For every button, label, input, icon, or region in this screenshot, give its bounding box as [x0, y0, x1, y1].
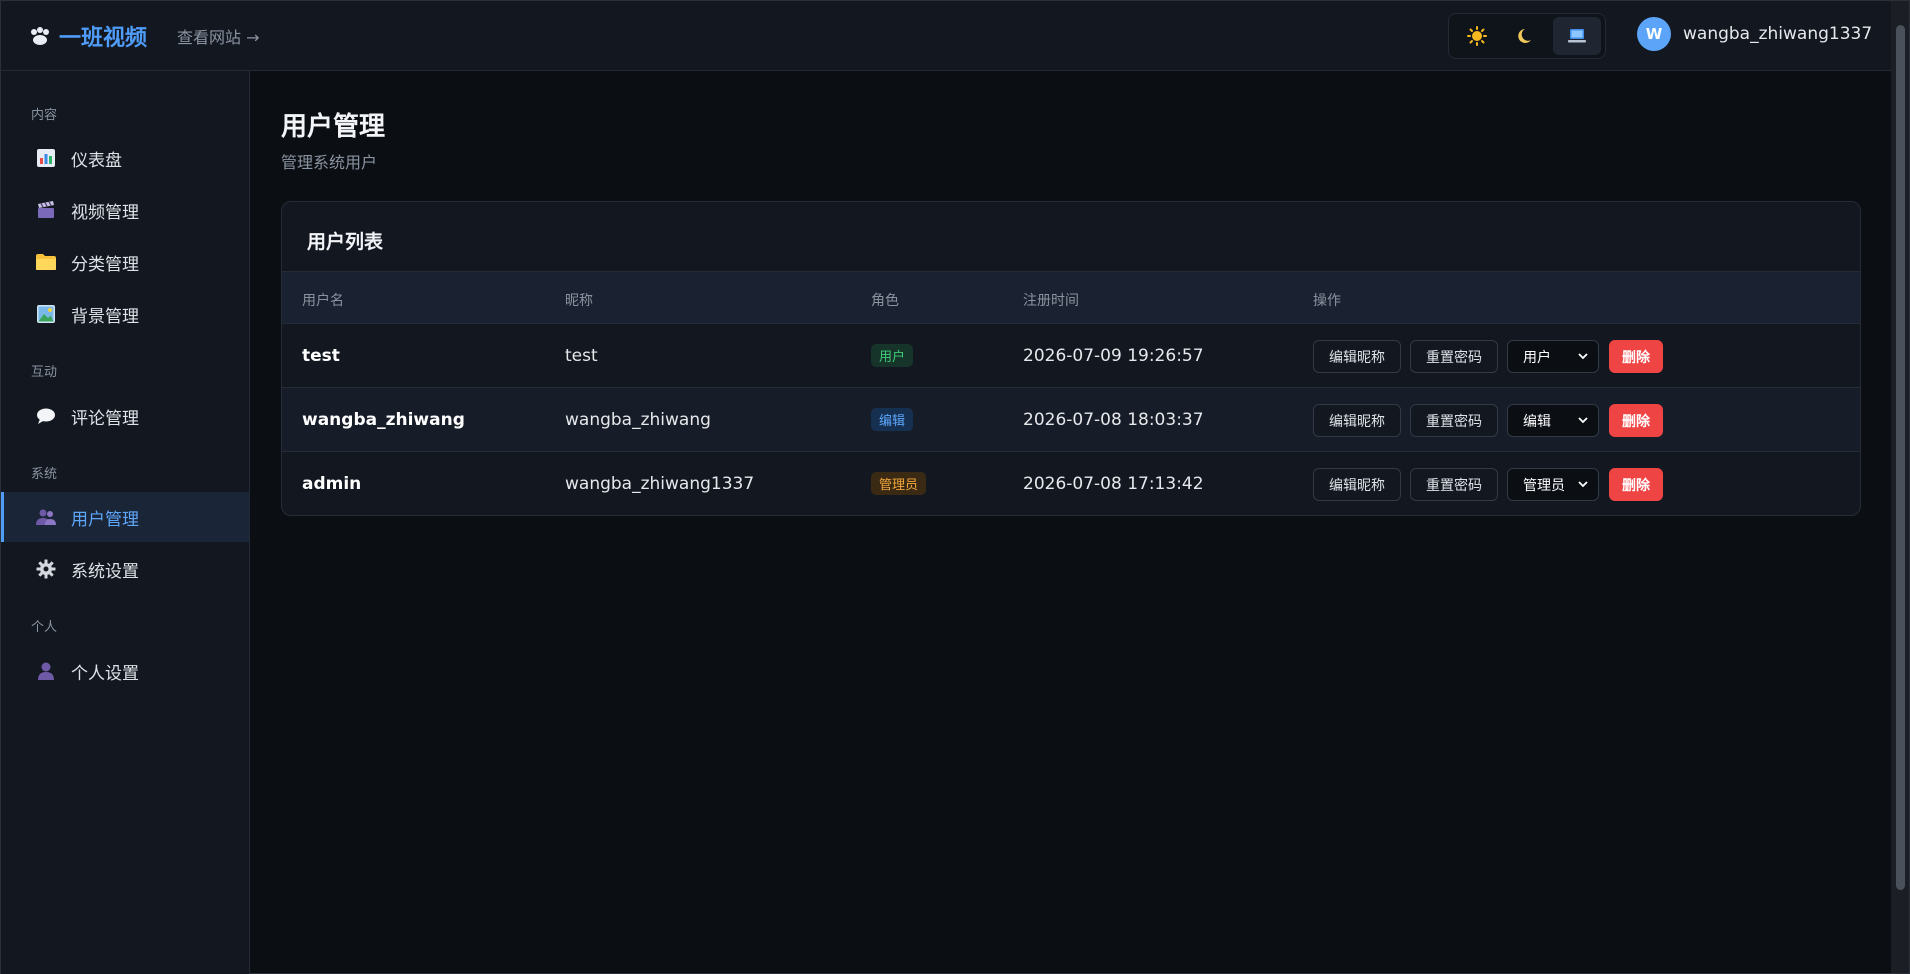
reset-password-button[interactable]: 重置密码	[1410, 340, 1498, 373]
cell-nickname: wangba_zhiwang	[565, 410, 711, 430]
user-table: 用户名 昵称 角色 注册时间 操作 test test 用户 2026-07-0…	[282, 271, 1860, 515]
sidebar: 内容 仪表盘 视频管理 分类管理 背景管理 互动 评论管理 系统 用户管理 系统…	[1, 71, 250, 974]
sidebar-section-content: 内容	[31, 108, 58, 123]
role-select-value: 编辑	[1523, 413, 1551, 430]
current-user-name: wangba_zhiwang1337	[1683, 24, 1873, 44]
laptop-icon	[1568, 29, 1586, 43]
role-select[interactable]: 用户	[1507, 340, 1599, 373]
sidebar-item-label: 用户管理	[71, 509, 139, 530]
chevron-down-icon	[1578, 417, 1588, 424]
sidebar-item-settings[interactable]: 系统设置	[1, 544, 249, 594]
chevron-down-icon	[1578, 353, 1588, 360]
cell-nickname: test	[565, 346, 598, 366]
sidebar-section-personal: 个人	[31, 620, 58, 635]
sidebar-item-categories[interactable]: 分类管理	[1, 237, 249, 287]
sidebar-item-label: 系统设置	[71, 561, 139, 582]
sidebar-item-label: 背景管理	[71, 306, 139, 327]
sidebar-item-profile[interactable]: 个人设置	[1, 646, 249, 696]
users-icon	[35, 506, 57, 528]
cell-nickname: wangba_zhiwang1337	[565, 474, 755, 494]
user-menu[interactable]: W wangba_zhiwang1337	[1637, 17, 1872, 51]
column-header-actions: 操作	[1313, 293, 1341, 309]
reset-password-button[interactable]: 重置密码	[1410, 404, 1498, 437]
edit-nickname-button[interactable]: 编辑昵称	[1313, 340, 1401, 373]
role-badge: 编辑	[871, 408, 914, 431]
sidebar-item-dashboard[interactable]: 仪表盘	[1, 133, 249, 183]
column-header-nickname: 昵称	[565, 293, 593, 309]
theme-dark-button[interactable]	[1503, 17, 1551, 55]
role-badge: 管理员	[871, 472, 927, 495]
page-title: 用户管理	[281, 112, 386, 142]
card-title: 用户列表	[307, 231, 384, 253]
speech-bubble-icon	[35, 405, 57, 427]
sidebar-item-label: 分类管理	[71, 254, 139, 275]
sun-icon	[1467, 26, 1487, 46]
edit-nickname-button[interactable]: 编辑昵称	[1313, 404, 1401, 437]
sidebar-item-label: 评论管理	[71, 408, 139, 429]
user-list-card: 用户列表 用户名 昵称 角色 注册时间 操作 test test 用户 2026…	[281, 201, 1861, 516]
delete-button[interactable]: 删除	[1609, 340, 1663, 373]
person-icon	[35, 660, 57, 682]
delete-button[interactable]: 删除	[1609, 468, 1663, 501]
sidebar-item-videos[interactable]: 视频管理	[1, 185, 249, 235]
role-badge: 用户	[871, 344, 914, 367]
role-select[interactable]: 编辑	[1507, 404, 1599, 437]
folder-icon	[35, 251, 57, 273]
column-header-role: 角色	[871, 293, 899, 309]
app-window: 一班视频 查看网站 → W wangba_zhiwang1337 内容 仪表盘 …	[0, 0, 1910, 974]
table-header: 用户名 昵称 角色 注册时间 操作	[282, 271, 1860, 324]
top-header: 一班视频 查看网站 → W wangba_zhiwang1337	[1, 1, 1891, 71]
cell-registered: 2026-07-09 19:26:57	[1023, 346, 1204, 366]
scrollbar-thumb[interactable]	[1896, 25, 1905, 890]
moon-icon	[1518, 29, 1531, 43]
role-select-value: 用户	[1523, 349, 1551, 366]
column-header-registered: 注册时间	[1023, 293, 1079, 309]
cell-registered: 2026-07-08 17:13:42	[1023, 474, 1204, 494]
paw-logo-icon	[31, 26, 49, 45]
edit-nickname-button[interactable]: 编辑昵称	[1313, 468, 1401, 501]
cell-registered: 2026-07-08 18:03:37	[1023, 410, 1204, 430]
sidebar-item-label: 仪表盘	[71, 150, 122, 171]
sidebar-section-system: 系统	[31, 467, 58, 482]
delete-button[interactable]: 删除	[1609, 404, 1663, 437]
theme-light-button[interactable]	[1453, 17, 1501, 55]
column-header-username: 用户名	[302, 293, 344, 309]
cell-username: admin	[302, 474, 362, 494]
view-site-link[interactable]: 查看网站 →	[177, 24, 260, 48]
reset-password-button[interactable]: 重置密码	[1410, 468, 1498, 501]
cell-username: wangba_zhiwang	[302, 410, 465, 430]
theme-system-button[interactable]	[1553, 17, 1601, 55]
avatar: W	[1637, 17, 1671, 51]
sidebar-item-comments[interactable]: 评论管理	[1, 391, 249, 441]
sidebar-item-users[interactable]: 用户管理	[1, 492, 249, 542]
table-row: test test 用户 2026-07-09 19:26:57 编辑昵称 重置…	[282, 324, 1860, 388]
gear-icon	[35, 558, 57, 580]
page-subtitle: 管理系统用户	[281, 153, 378, 172]
chevron-down-icon	[1578, 481, 1588, 488]
theme-switch	[1448, 13, 1606, 59]
table-row: admin wangba_zhiwang1337 管理员 2026-07-08 …	[282, 452, 1860, 515]
sidebar-item-label: 视频管理	[71, 202, 139, 223]
bar-chart-icon	[35, 147, 57, 169]
clapper-icon	[35, 199, 57, 221]
image-icon	[35, 303, 57, 325]
brand[interactable]: 一班视频	[29, 20, 147, 52]
sidebar-item-backgrounds[interactable]: 背景管理	[1, 289, 249, 339]
role-select[interactable]: 管理员	[1507, 468, 1599, 501]
role-select-value: 管理员	[1523, 477, 1565, 494]
cell-username: test	[302, 346, 340, 366]
vertical-scrollbar[interactable]	[1891, 1, 1909, 973]
sidebar-section-interaction: 互动	[31, 365, 58, 380]
sidebar-item-label: 个人设置	[71, 663, 139, 684]
brand-name: 一班视频	[59, 25, 148, 51]
table-row: wangba_zhiwang wangba_zhiwang 编辑 2026-07…	[282, 388, 1860, 452]
